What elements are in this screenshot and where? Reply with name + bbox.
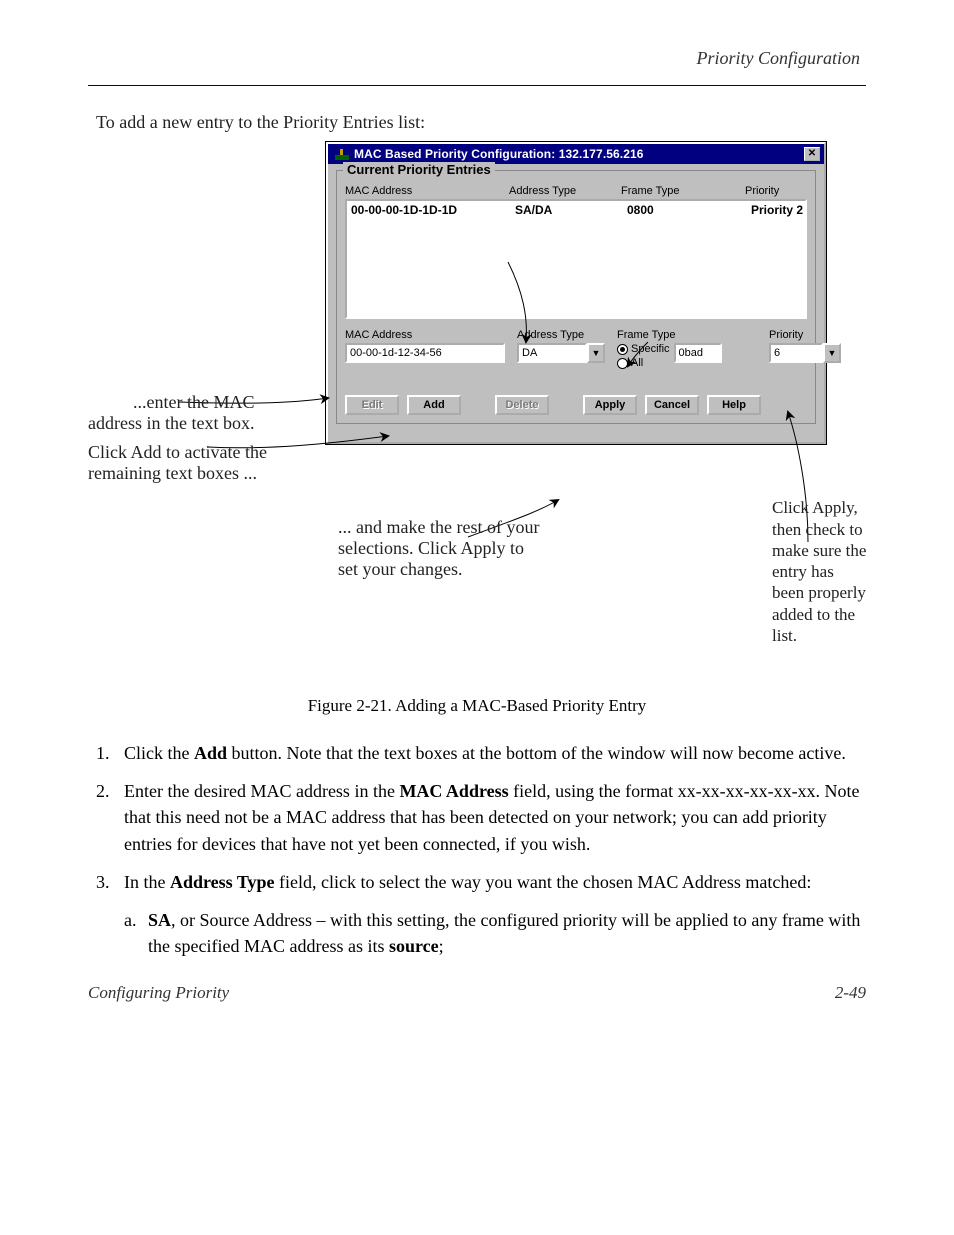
close-icon[interactable]: ✕ bbox=[804, 147, 820, 161]
addrtype-label: Address Type bbox=[517, 329, 605, 341]
frametype-input[interactable] bbox=[674, 343, 722, 363]
cell-frame: 0800 bbox=[627, 203, 747, 217]
list-header: MAC Address Address Type Frame Type Prio… bbox=[345, 185, 807, 197]
cell-prio: Priority 2 bbox=[751, 203, 807, 217]
cell-mac: 00-00-00-1D-1D-1D bbox=[351, 203, 511, 217]
button-bar: Edit Add Delete Apply Cancel Help bbox=[345, 395, 807, 415]
step-3a-num: a. bbox=[124, 907, 148, 959]
col-prio: Priority bbox=[745, 185, 825, 197]
page-section-header: Priority Configuration bbox=[88, 48, 860, 69]
col-type: Address Type bbox=[509, 185, 617, 197]
delete-button[interactable]: Delete bbox=[495, 395, 549, 415]
entries-groupbox: Current Priority Entries MAC Address Add… bbox=[336, 170, 816, 424]
radio-specific-label: Specific bbox=[631, 343, 670, 355]
entries-listbox[interactable]: 00-00-00-1D-1D-1D SA/DA 0800 Priority 2 bbox=[345, 199, 807, 319]
dialog-title: MAC Based Priority Configuration: 132.17… bbox=[354, 147, 804, 161]
col-frame: Frame Type bbox=[621, 185, 741, 197]
list-item[interactable]: 00-00-00-1D-1D-1D SA/DA 0800 Priority 2 bbox=[351, 203, 801, 217]
addrtype-combo[interactable] bbox=[517, 343, 587, 363]
step-3a-text: SA, or Source Address – with this settin… bbox=[148, 907, 866, 959]
groupbox-title: Current Priority Entries bbox=[343, 162, 495, 177]
step-1-text: Click the Add button. Note that the text… bbox=[124, 740, 866, 766]
figure-caption: Figure 2-21. Adding a MAC-Based Priority… bbox=[88, 696, 866, 716]
radio-all[interactable]: All bbox=[617, 357, 670, 369]
mac-input[interactable] bbox=[345, 343, 505, 363]
radio-specific[interactable]: Specific bbox=[617, 343, 670, 355]
app-icon bbox=[334, 147, 350, 161]
annotation-apply: ... and make the rest of your selections… bbox=[338, 517, 539, 580]
step-3-text: In the Address Type field, click to sele… bbox=[124, 869, 866, 895]
intro-text: To add a new entry to the Priority Entri… bbox=[96, 110, 866, 134]
step-num: 3. bbox=[96, 869, 124, 895]
annotation-add: Click Add to activate the remaining text… bbox=[88, 442, 267, 484]
cell-type: SA/DA bbox=[515, 203, 623, 217]
annotation-apply-check: Click Apply, then check to make sure the… bbox=[772, 497, 866, 646]
step-num: 1. bbox=[96, 740, 124, 766]
step-2-text: Enter the desired MAC address in the MAC… bbox=[124, 778, 866, 856]
mac-label: MAC Address bbox=[345, 329, 505, 341]
step-num: 2. bbox=[96, 778, 124, 856]
priority-label: Priority bbox=[769, 329, 841, 341]
help-button[interactable]: Help bbox=[707, 395, 761, 415]
apply-button[interactable]: Apply bbox=[583, 395, 637, 415]
frametype-label: Frame Type bbox=[617, 329, 757, 341]
radio-all-label: All bbox=[631, 357, 643, 369]
titlebar: MAC Based Priority Configuration: 132.17… bbox=[328, 144, 824, 164]
footer-left: Configuring Priority bbox=[88, 983, 229, 1003]
chevron-down-icon[interactable]: ▼ bbox=[587, 343, 605, 363]
priority-dialog: MAC Based Priority Configuration: 132.17… bbox=[326, 142, 826, 444]
edit-button[interactable]: Edit bbox=[345, 395, 399, 415]
chevron-down-icon[interactable]: ▼ bbox=[823, 343, 841, 363]
col-mac: MAC Address bbox=[345, 185, 505, 197]
cancel-button[interactable]: Cancel bbox=[645, 395, 699, 415]
add-button[interactable]: Add bbox=[407, 395, 461, 415]
priority-combo[interactable] bbox=[769, 343, 823, 363]
annotation-mac-text: ...enter the MAC address in the text box… bbox=[88, 392, 254, 434]
header-rule bbox=[88, 85, 866, 86]
footer-right: 2-49 bbox=[835, 983, 866, 1003]
